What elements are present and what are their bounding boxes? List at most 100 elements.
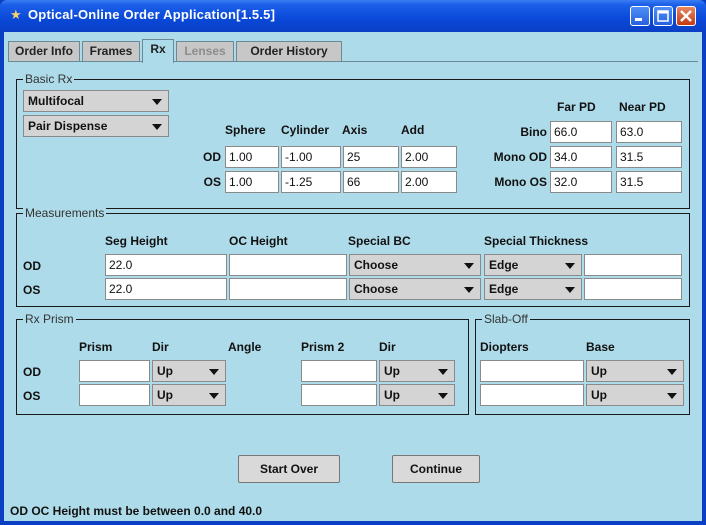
prism2-header: Prism 2	[301, 340, 345, 354]
tab-rx[interactable]: Rx	[142, 39, 174, 63]
special-bc-header: Special BC	[348, 234, 411, 248]
chevron-down-icon	[209, 369, 219, 375]
mono-od-label: Mono OD	[493, 150, 547, 164]
minimize-icon	[635, 18, 642, 21]
rx-prism-group: Rx Prism Prism Dir Angle Prism 2 Dir OD …	[16, 312, 469, 415]
od-prism2-dir-value: Up	[384, 364, 400, 378]
special-thickness-header: Special Thickness	[484, 234, 589, 248]
lens-type-value: Multifocal	[28, 94, 84, 108]
od-prism2-dir-combo[interactable]: Up	[379, 360, 455, 382]
os-special-bc-combo[interactable]: Choose	[349, 278, 481, 300]
od-prism-dir-value: Up	[157, 364, 173, 378]
os-seg-height-input[interactable]: 22.0	[105, 278, 227, 300]
os-prism-dir-value: Up	[157, 388, 173, 402]
chevron-down-icon	[667, 369, 677, 375]
od-prism-input[interactable]	[79, 360, 150, 382]
tab-order-history[interactable]: Order History	[236, 41, 342, 61]
od-axis-input[interactable]: 25	[343, 146, 399, 168]
os-thickness-type-combo[interactable]: Edge	[484, 278, 582, 300]
dispense-combo[interactable]: Pair Dispense	[23, 115, 169, 137]
os-axis-input[interactable]: 66	[343, 171, 399, 193]
os-slab-base-combo[interactable]: Up	[586, 384, 684, 406]
os-oc-height-input[interactable]	[229, 278, 347, 300]
od-special-bc-value: Choose	[354, 258, 399, 272]
dir-header: Dir	[152, 340, 169, 354]
chevron-down-icon	[667, 393, 677, 399]
close-icon	[680, 10, 692, 22]
chevron-down-icon	[464, 263, 474, 269]
os-slab-diopters-input[interactable]	[480, 384, 584, 406]
od-prism-dir-combo[interactable]: Up	[152, 360, 226, 382]
od-seg-height-input[interactable]: 22.0	[105, 254, 227, 276]
far-pd-header: Far PD	[557, 100, 596, 114]
title-bar[interactable]: ★ Optical-Online Order Application[1.5.5…	[0, 0, 706, 32]
basic-rx-title: Basic Rx	[23, 72, 75, 86]
od-add-input[interactable]: 2.00	[401, 146, 457, 168]
os-prism2-dir-combo[interactable]: Up	[379, 384, 455, 406]
bino-far-pd-input[interactable]: 66.0	[550, 121, 612, 143]
chevron-down-icon	[464, 287, 474, 293]
chevron-down-icon	[152, 124, 162, 130]
od-thickness-value-input[interactable]	[584, 254, 682, 276]
bino-near-pd-input[interactable]: 63.0	[616, 121, 682, 143]
mono-od-far-pd-input[interactable]: 34.0	[550, 146, 612, 168]
os-thickness-type-value: Edge	[489, 282, 519, 296]
dispense-value: Pair Dispense	[28, 119, 108, 133]
diopters-header: Diopters	[480, 340, 529, 354]
od-slab-diopters-input[interactable]	[480, 360, 584, 382]
chevron-down-icon	[438, 369, 448, 375]
os-add-input[interactable]: 2.00	[401, 171, 457, 193]
chevron-down-icon	[152, 99, 162, 105]
chevron-down-icon	[565, 287, 575, 293]
angle-header: Angle	[228, 340, 262, 354]
mono-od-near-pd-input[interactable]: 31.5	[616, 146, 682, 168]
os-thickness-value-input[interactable]	[584, 278, 682, 300]
app-window: ★ Optical-Online Order Application[1.5.5…	[0, 0, 706, 525]
tab-frames[interactable]: Frames	[82, 41, 140, 61]
start-over-button[interactable]: Start Over	[238, 455, 340, 483]
client-area: Order Info Frames Rx Lenses Order Histor…	[4, 32, 702, 521]
od-cylinder-input[interactable]: -1.00	[281, 146, 341, 168]
continue-button[interactable]: Continue	[392, 455, 480, 483]
os-prism-dir-combo[interactable]: Up	[152, 384, 226, 406]
oc-height-header: OC Height	[229, 234, 288, 248]
os-slab-base-value: Up	[591, 388, 607, 402]
od-thickness-type-combo[interactable]: Edge	[484, 254, 582, 276]
mono-os-far-pd-input[interactable]: 32.0	[550, 171, 612, 193]
od-slab-base-combo[interactable]: Up	[586, 360, 684, 382]
maximize-button[interactable]	[653, 6, 673, 26]
prism-header: Prism	[79, 340, 113, 354]
mono-os-near-pd-input[interactable]: 31.5	[616, 171, 682, 193]
lens-type-combo[interactable]: Multifocal	[23, 90, 169, 112]
od-row-label: OD	[23, 259, 41, 273]
od-row-label: OD	[23, 365, 41, 379]
basic-rx-group: Basic Rx Multifocal Pair Dispense Sphere…	[16, 72, 690, 209]
tab-divider	[8, 61, 698, 62]
tab-lenses: Lenses	[176, 41, 234, 61]
chevron-down-icon	[438, 393, 448, 399]
mono-os-label: Mono OS	[494, 175, 547, 189]
chevron-down-icon	[565, 263, 575, 269]
od-oc-height-input[interactable]	[229, 254, 347, 276]
maximize-icon	[657, 10, 669, 22]
os-sphere-input[interactable]: 1.00	[225, 171, 279, 193]
close-button[interactable]	[676, 6, 696, 26]
os-prism-input[interactable]	[79, 384, 150, 406]
slab-off-group: Slab-Off Diopters Base Up Up	[475, 312, 690, 415]
minimize-button[interactable]	[630, 6, 650, 26]
os-special-bc-value: Choose	[354, 282, 399, 296]
od-sphere-input[interactable]: 1.00	[225, 146, 279, 168]
seg-height-header: Seg Height	[105, 234, 168, 248]
od-special-bc-combo[interactable]: Choose	[349, 254, 481, 276]
status-bar: OD OC Height must be between 0.0 and 40.…	[4, 501, 702, 521]
os-prism2-input[interactable]	[301, 384, 377, 406]
app-icon: ★	[10, 8, 22, 23]
tab-order-info[interactable]: Order Info	[8, 41, 80, 61]
od-prism2-input[interactable]	[301, 360, 377, 382]
window-title: Optical-Online Order Application[1.5.5]	[28, 7, 276, 22]
rx-prism-title: Rx Prism	[23, 312, 76, 326]
os-prism2-dir-value: Up	[384, 388, 400, 402]
os-cylinder-input[interactable]: -1.25	[281, 171, 341, 193]
status-message: OD OC Height must be between 0.0 and 40.…	[10, 504, 263, 518]
measurements-group: Measurements Seg Height OC Height Specia…	[16, 206, 690, 307]
